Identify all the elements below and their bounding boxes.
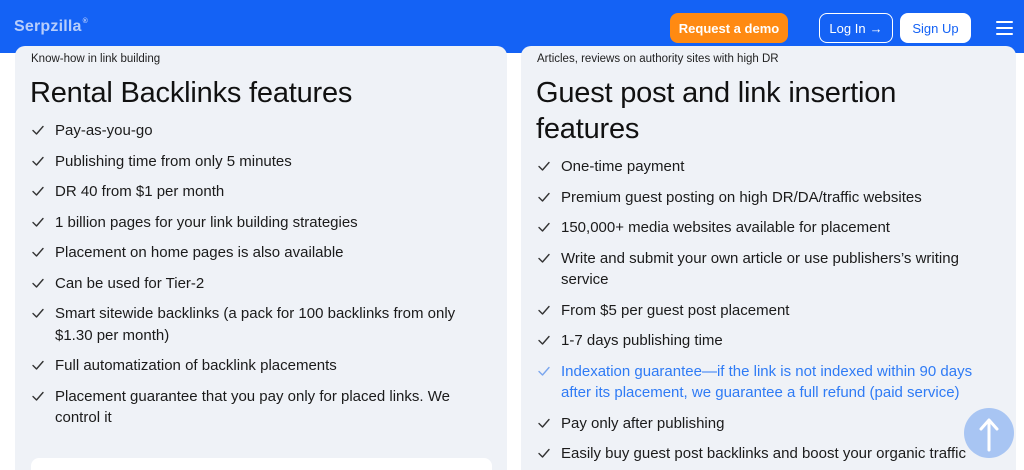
feature-item: Pay only after publishing (537, 413, 997, 435)
hamburger-menu-icon[interactable] (996, 21, 1013, 35)
feature-item: Placement guarantee that you pay only fo… (31, 386, 491, 429)
left-feature-list: Pay-as-you-go Publishing time from only 5… (31, 120, 491, 429)
feature-item: Full automatization of backlink placemen… (31, 355, 491, 377)
feature-text: Full automatization of backlink placemen… (55, 357, 337, 374)
feature-item: 1 billion pages for your link building s… (31, 212, 491, 234)
feature-text: Pay-as-you-go (55, 122, 153, 139)
arrow-right-icon: → (869, 20, 883, 36)
right-card-heading: Guest post and link insertion features (536, 75, 896, 147)
checkmark-icon (32, 217, 44, 227)
right-heading-line-2: features (536, 113, 640, 145)
feature-item: Smart sitewide backlinks (a pack for 100… (31, 303, 491, 346)
guest-post-card: Articles, reviews on authority sites wit… (521, 46, 1016, 470)
feature-item: 1-7 days publishing time (537, 330, 997, 352)
checkmark-icon (32, 391, 44, 401)
feature-text: Placement on home pages is also availabl… (55, 244, 344, 261)
checkmark-icon (32, 308, 44, 318)
checkmark-icon (32, 125, 44, 135)
feature-text: Placement guarantee that you pay only fo… (55, 387, 450, 427)
feature-text: Pay only after publishing (561, 414, 725, 432)
right-card-eyebrow: Articles, reviews on authority sites wit… (537, 53, 779, 65)
checkmark-icon (538, 448, 550, 458)
left-card-heading: Rental Backlinks features (30, 77, 353, 109)
feature-text: Indexation guarantee—if the link is not … (561, 362, 973, 402)
checkmark-icon (538, 222, 550, 232)
checkmark-icon (538, 253, 550, 263)
feature-item: Indexation guarantee—if the link is not … (537, 361, 997, 404)
feature-item: Write and submit your own article or use… (537, 248, 997, 291)
left-card-eyebrow: Know-how in link building (31, 53, 161, 65)
inner-white-card (31, 458, 492, 470)
feature-text: Publishing time from only 5 minutes (55, 152, 292, 170)
feature-text: Premium guest posting on high DR/DA/traf… (561, 188, 922, 206)
signup-button[interactable]: Sign Up (900, 13, 971, 43)
feature-text: Can be used for Tier-2 (55, 274, 205, 292)
feature-item: Can be used for Tier-2 (31, 273, 491, 295)
logo[interactable]: Serpzilla® (14, 18, 88, 36)
checkmark-icon (32, 156, 44, 166)
feature-item: Placement on home pages is also availabl… (31, 242, 491, 264)
right-heading-line-1: Guest post and link insertion (536, 77, 897, 109)
checkmark-icon (32, 360, 44, 370)
login-button[interactable]: Log In → (819, 13, 893, 43)
feature-text: 1 billion pages for your link building s… (55, 213, 358, 231)
feature-item: 150,000+ media websites available for pl… (537, 217, 997, 239)
checkmark-icon (538, 305, 550, 315)
checkmark-icon (538, 161, 550, 171)
checkmark-icon (538, 335, 550, 345)
feature-text: 150,000+ media websites available for pl… (561, 219, 890, 236)
feature-item: Pay-as-you-go (31, 120, 491, 142)
feature-item: Premium guest posting on high DR/DA/traf… (537, 187, 997, 209)
arrow-up-icon (979, 418, 999, 452)
checkmark-icon (538, 192, 550, 202)
checkmark-icon (32, 186, 44, 196)
checkmark-icon (32, 247, 44, 257)
feature-item: From $5 per guest post placement (537, 300, 997, 322)
feature-text: One-time payment (561, 158, 685, 175)
right-feature-list: One-time payment Premium guest posting on… (537, 156, 997, 465)
checkmark-icon (32, 278, 44, 288)
feature-text: 1-7 days publishing time (561, 332, 723, 349)
feature-text: Easily buy guest post backlinks and boos… (561, 445, 966, 462)
feature-text: DR 40 from $1 per month (55, 183, 225, 200)
checkmark-icon (538, 366, 550, 376)
login-label: Log In (829, 20, 866, 36)
feature-item: Publishing time from only 5 minutes (31, 151, 491, 173)
feature-item: Easily buy guest post backlinks and boos… (537, 443, 997, 465)
rental-backlinks-card: Know-how in link building Rental Backlin… (15, 46, 507, 470)
scroll-to-top-button[interactable] (964, 408, 1014, 458)
checkmark-icon (538, 418, 550, 428)
feature-item: DR 40 from $1 per month (31, 181, 491, 203)
request-demo-button[interactable]: Request a demo (670, 13, 788, 43)
feature-item: One-time payment (537, 156, 997, 178)
feature-text: Smart sitewide backlinks (a pack for 100… (55, 305, 456, 344)
feature-text: From $5 per guest post placement (561, 301, 790, 319)
feature-text: Write and submit your own article or use… (561, 249, 959, 289)
